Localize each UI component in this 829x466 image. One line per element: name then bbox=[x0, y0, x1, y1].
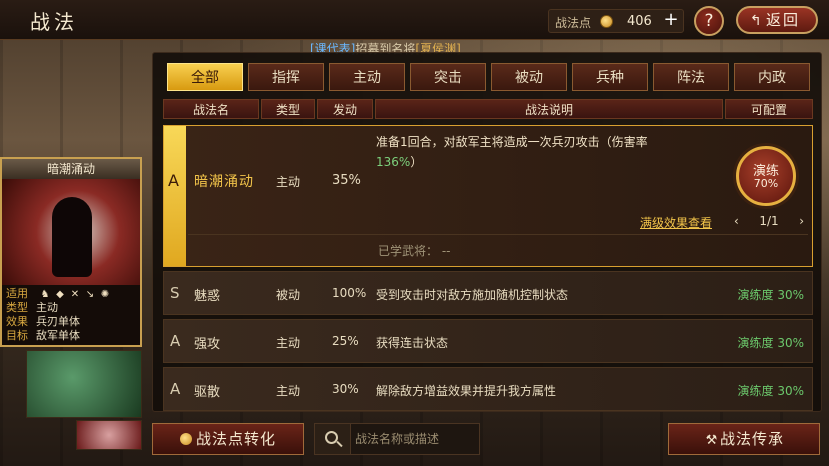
grade: A bbox=[168, 171, 179, 190]
tactic-row-selected[interactable]: A 暗潮涌动 主动 35% 准备1回合，对敌军主将造成一次兵刃攻击（伤害率 13… bbox=[163, 125, 813, 267]
practice-progress: 演练度 30% bbox=[737, 336, 805, 350]
tactic-type: 主动 bbox=[276, 336, 301, 350]
points-value: 406 bbox=[627, 14, 652, 29]
practice-progress: 演练度 30% bbox=[737, 288, 805, 302]
label-effect: 效果 bbox=[6, 315, 28, 328]
convert-label: 战法点转化 bbox=[195, 430, 276, 448]
tactic-rate: 30% bbox=[332, 382, 359, 396]
coin-icon bbox=[179, 433, 192, 445]
tactics-panel: 全部 指挥 主动 突击 被动 兵种 阵法 内政 战法名 类型 发动 战法说明 可… bbox=[152, 52, 822, 412]
tab-passive[interactable]: 被动 bbox=[491, 63, 567, 91]
col-configurable: 可配置 bbox=[725, 99, 813, 119]
tactic-type: 主动 bbox=[276, 175, 301, 189]
tactic-name: 强攻 bbox=[194, 337, 221, 352]
tactic-points-display: 战法点 406 + bbox=[548, 9, 684, 33]
grade-strip: A bbox=[164, 126, 186, 266]
col-type: 类型 bbox=[261, 99, 315, 119]
max-effect-link[interactable]: 满级效果查看 bbox=[640, 214, 712, 231]
search-icon[interactable] bbox=[315, 424, 351, 454]
card-title: 暗潮涌动 bbox=[2, 159, 140, 179]
tab-troop[interactable]: 兵种 bbox=[572, 63, 648, 91]
tab-assault[interactable]: 突击 bbox=[410, 63, 486, 91]
label-type: 类型 bbox=[6, 301, 28, 314]
back-arrow-icon: ↰ bbox=[750, 13, 764, 29]
tab-active[interactable]: 主动 bbox=[329, 63, 405, 91]
bow-icon: ✕ bbox=[70, 289, 80, 300]
grade: A bbox=[170, 332, 181, 350]
tactic-rate: 100% bbox=[332, 286, 367, 300]
value-type: 主动 bbox=[36, 301, 58, 314]
shield-icon: ◆ bbox=[56, 289, 64, 300]
inherit-tactic-button[interactable]: ⚒ 战法传承 bbox=[668, 423, 820, 455]
cavalry-icon: ♞ bbox=[40, 289, 50, 300]
top-bar: 战法 战法点 406 + ? ↰ 返回 bbox=[0, 0, 829, 40]
pager-value: 1/1 bbox=[759, 214, 779, 228]
tactic-name: 暗潮涌动 bbox=[194, 174, 254, 190]
back-label: 返回 bbox=[766, 11, 801, 29]
inherit-label: 战法传承 bbox=[719, 430, 784, 448]
desc-damage-rate: 136% bbox=[376, 155, 411, 169]
grade: S bbox=[170, 284, 180, 302]
desc-line: 准备1回合，对敌军主将造成一次兵刃攻击（伤害率 bbox=[376, 135, 648, 149]
tactic-row[interactable]: S 魅惑 被动 100% 受到攻击时对敌方施加随机控制状态 演练度 30% bbox=[163, 271, 813, 315]
practice-progress: 演练度 30% bbox=[737, 384, 805, 398]
config-pager: ‹ 1/1 › bbox=[734, 214, 804, 232]
col-rate: 发动 bbox=[317, 99, 373, 119]
convert-points-button[interactable]: 战法点转化 bbox=[152, 423, 304, 455]
tab-formation[interactable]: 阵法 bbox=[653, 63, 729, 91]
warrior-silhouette bbox=[52, 197, 92, 277]
search-input[interactable] bbox=[355, 428, 475, 450]
siege-icon: ✺ bbox=[100, 289, 110, 300]
spear-icon: ↘ bbox=[85, 289, 95, 300]
col-name: 战法名 bbox=[163, 99, 259, 119]
learned-generals: 已学武将： -- bbox=[378, 244, 451, 258]
tab-command[interactable]: 指挥 bbox=[248, 63, 324, 91]
col-description: 战法说明 bbox=[375, 99, 723, 119]
chevron-right-icon[interactable]: › bbox=[799, 214, 804, 228]
coin-icon bbox=[600, 15, 613, 28]
tactic-card: 暗潮涌动 适用 ♞ ◆ ✕ ↘ ✺ 类型 主动 效果 兵刃单体 目标 敌军单体 bbox=[0, 157, 142, 347]
tactic-row[interactable]: A 驱散 主动 30% 解除敌方增益效果并提升我方属性 演练度 30% bbox=[163, 367, 813, 411]
tactic-type: 被动 bbox=[276, 288, 301, 302]
tactic-name: 魅惑 bbox=[194, 289, 221, 304]
tactic-row[interactable]: A 强攻 主动 25% 获得连击状态 演练度 30% bbox=[163, 319, 813, 363]
tactic-name: 驱散 bbox=[194, 385, 221, 400]
tactic-rate: 35% bbox=[332, 173, 361, 188]
label-target: 目标 bbox=[6, 329, 28, 342]
grade: A bbox=[170, 380, 181, 398]
tactic-description: 准备1回合，对敌军主将造成一次兵刃攻击（伤害率 136%） bbox=[376, 132, 716, 172]
practice-percent: 70% bbox=[753, 177, 779, 190]
page-title: 战法 bbox=[30, 10, 78, 34]
label-apply: 适用 bbox=[6, 287, 28, 300]
tactic-card-thumbnail[interactable] bbox=[76, 420, 142, 450]
help-button[interactable]: ? bbox=[694, 6, 724, 36]
tab-all[interactable]: 全部 bbox=[167, 63, 243, 91]
troop-icons: ♞ ◆ ✕ ↘ ✺ bbox=[40, 287, 115, 301]
points-label: 战法点 bbox=[555, 16, 592, 30]
tab-internal[interactable]: 内政 bbox=[734, 63, 810, 91]
value-effect: 兵刃单体 bbox=[36, 315, 80, 328]
desc-tail: ） bbox=[410, 155, 423, 169]
search-box bbox=[314, 423, 480, 455]
tactic-description: 解除敌方增益效果并提升我方属性 bbox=[376, 384, 557, 398]
add-points-button[interactable]: + bbox=[661, 11, 681, 31]
practice-button[interactable]: 演练 70% bbox=[736, 146, 796, 206]
tactic-card-thumbnail[interactable] bbox=[26, 350, 142, 418]
value-target: 敌军单体 bbox=[36, 329, 80, 342]
card-illustration bbox=[2, 179, 140, 285]
card-info: 适用 ♞ ◆ ✕ ↘ ✺ 类型 主动 效果 兵刃单体 目标 敌军单体 bbox=[6, 287, 115, 343]
tactic-description: 受到攻击时对敌方施加随机控制状态 bbox=[376, 288, 569, 302]
tactic-description: 获得连击状态 bbox=[376, 336, 449, 350]
chevron-left-icon[interactable]: ‹ bbox=[734, 214, 739, 228]
back-button[interactable]: ↰ 返回 bbox=[736, 6, 818, 34]
hammer-icon: ⚒ bbox=[705, 433, 719, 448]
tactic-rate: 25% bbox=[332, 334, 359, 348]
divider bbox=[188, 234, 808, 235]
tactic-type: 主动 bbox=[276, 384, 301, 398]
